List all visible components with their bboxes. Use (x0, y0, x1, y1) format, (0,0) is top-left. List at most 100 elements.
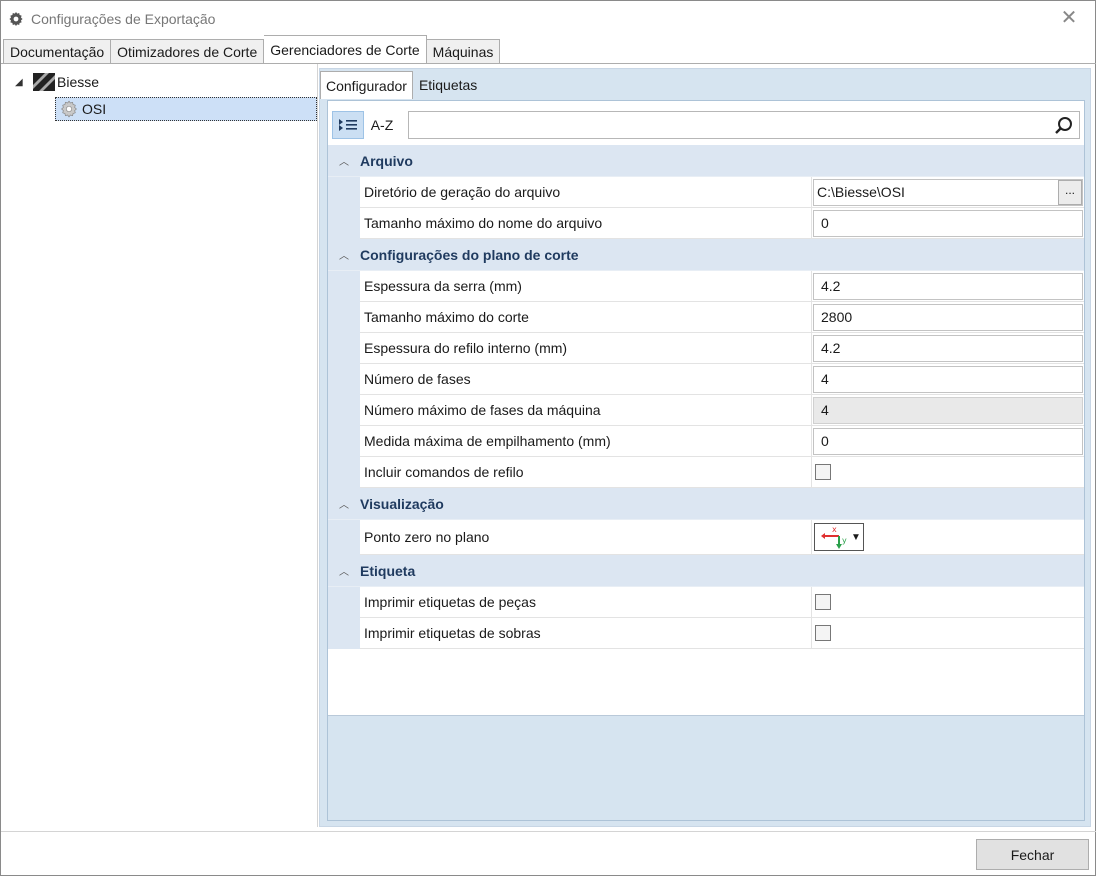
print-offcut-labels-checkbox[interactable] (815, 625, 831, 641)
property-row: Espessura do refilo interno (mm) 4.2 (328, 333, 1084, 364)
property-name: Imprimir etiquetas de peças (360, 587, 812, 618)
config-panel: Configurador Etiquetas A-Z ︿ Arquivo Dir… (319, 68, 1091, 827)
chevron-down-icon[interactable]: ▼ (851, 532, 861, 543)
origin-point-dropdown[interactable]: x y ▼ (814, 523, 864, 551)
print-part-labels-checkbox[interactable] (815, 594, 831, 610)
collapse-chevron-icon[interactable]: ︿ (328, 563, 360, 578)
gear-icon (7, 10, 25, 28)
tab-configurador[interactable]: Configurador (320, 71, 413, 99)
row-gutter (328, 520, 360, 555)
search-icon[interactable] (1053, 115, 1075, 137)
property-name: Imprimir etiquetas de sobras (360, 618, 812, 649)
tree-item-biesse[interactable]: ◢ Biesse (15, 70, 99, 94)
property-value-cell: 0 (812, 426, 1084, 457)
tab-maquinas[interactable]: Máquinas (426, 39, 501, 64)
close-icon[interactable]: ✕ (1057, 7, 1081, 31)
category-visualizacao[interactable]: ︿ Visualização (328, 488, 1084, 520)
directory-path-field[interactable]: C:\Biesse\OSI (813, 178, 1083, 206)
property-value-cell: 4.2 (812, 271, 1084, 302)
property-row: Incluir comandos de refilo (328, 457, 1084, 488)
property-value-cell (812, 457, 1084, 488)
property-value-cell: 4.2 (812, 333, 1084, 364)
property-name: Ponto zero no plano (360, 520, 812, 555)
row-gutter (328, 177, 360, 208)
row-gutter (328, 618, 360, 649)
property-row: Diretório de geração do arquivo C:\Biess… (328, 177, 1084, 208)
property-name: Espessura da serra (mm) (360, 271, 812, 302)
property-row: Número máximo de fases da máquina 4 (328, 395, 1084, 426)
tree-item-label: OSI (82, 101, 107, 117)
sub-tabs: Configurador Etiquetas (320, 69, 483, 99)
tab-otimizadores-de-corte[interactable]: Otimizadores de Corte (111, 39, 265, 64)
property-value-cell: 4 (812, 364, 1084, 395)
max-stack-height-field[interactable]: 0 (813, 427, 1083, 455)
title-bar: Configurações de Exportação ✕ (1, 1, 1095, 37)
property-value-cell: x y ▼ (812, 520, 1084, 555)
row-gutter (328, 271, 360, 302)
browse-button[interactable]: ... (1058, 180, 1082, 205)
search-box[interactable] (408, 111, 1080, 139)
property-name: Incluir comandos de refilo (360, 457, 812, 488)
property-value-cell (812, 618, 1084, 649)
axis-y-label: y (842, 536, 847, 545)
gear-icon (60, 100, 78, 118)
property-row: Número de fases 4 (328, 364, 1084, 395)
tree-panel: ◢ Biesse OSI (1, 64, 319, 827)
export-settings-window: Configurações de Exportação ✕ Documentaç… (0, 0, 1096, 876)
window-title: Configurações de Exportação (31, 11, 216, 27)
alphabetical-sort-button[interactable]: A-Z (366, 111, 398, 139)
property-row: Ponto zero no plano x y ▼ (328, 520, 1084, 555)
category-label: Visualização (360, 495, 444, 512)
property-rows: ︿ Arquivo Diretório de geração do arquiv… (328, 145, 1084, 649)
collapse-chevron-icon[interactable]: ︿ (328, 153, 360, 168)
category-etiqueta[interactable]: ︿ Etiqueta (328, 555, 1084, 587)
phase-count-field[interactable]: 4 (813, 365, 1083, 393)
biesse-logo-icon (33, 73, 55, 91)
include-trim-commands-checkbox[interactable] (815, 464, 831, 480)
property-name: Diretório de geração do arquivo (360, 177, 812, 208)
property-row: Imprimir etiquetas de sobras (328, 618, 1084, 649)
internal-trim-thickness-field[interactable]: 4.2 (813, 334, 1083, 362)
axis-x-label: x (832, 525, 837, 534)
row-gutter (328, 208, 360, 239)
expand-arrow-icon[interactable]: ◢ (15, 77, 29, 88)
collapse-chevron-icon[interactable]: ︿ (328, 496, 360, 511)
max-filename-length-field[interactable]: 0 (813, 209, 1083, 237)
max-cut-size-field[interactable]: 2800 (813, 303, 1083, 331)
property-row: Espessura da serra (mm) 4.2 (328, 271, 1084, 302)
property-value-cell: 0 (812, 208, 1084, 239)
close-button[interactable]: Fechar (976, 839, 1089, 870)
footer-divider (1, 831, 1096, 832)
categorized-list-icon[interactable] (332, 111, 364, 139)
description-panel (328, 716, 1084, 820)
tree-item-osi[interactable]: OSI (55, 97, 317, 121)
property-row: Imprimir etiquetas de peças (328, 587, 1084, 618)
category-label: Configurações do plano de corte (360, 246, 579, 263)
saw-thickness-field[interactable]: 4.2 (813, 272, 1083, 300)
category-configuracoes-plano-de-corte[interactable]: ︿ Configurações do plano de corte (328, 239, 1084, 271)
tab-gerenciadores-de-corte[interactable]: Gerenciadores de Corte (264, 35, 427, 64)
property-value-cell: C:\Biesse\OSI ... (812, 177, 1084, 208)
search-input[interactable] (413, 113, 1033, 137)
tab-etiquetas[interactable]: Etiquetas (413, 71, 483, 99)
main-tabs: Documentação Otimizadores de Corte Geren… (3, 35, 501, 64)
property-row: Medida máxima de empilhamento (mm) 0 (328, 426, 1084, 457)
property-row: Tamanho máximo do nome do arquivo 0 (328, 208, 1084, 239)
collapse-chevron-icon[interactable]: ︿ (328, 247, 360, 262)
tab-documentacao[interactable]: Documentação (3, 39, 112, 64)
property-grid-toolbar: A-Z (328, 109, 1084, 141)
category-label: Arquivo (360, 152, 413, 169)
row-gutter (328, 426, 360, 457)
row-gutter (328, 302, 360, 333)
property-grid: A-Z ︿ Arquivo Diretório de geração do ar… (327, 100, 1085, 821)
property-name: Tamanho máximo do corte (360, 302, 812, 333)
property-name: Tamanho máximo do nome do arquivo (360, 208, 812, 239)
category-arquivo[interactable]: ︿ Arquivo (328, 145, 1084, 177)
property-row: Tamanho máximo do corte 2800 (328, 302, 1084, 333)
property-value-cell (812, 587, 1084, 618)
category-label: Etiqueta (360, 562, 416, 579)
property-name: Espessura do refilo interno (mm) (360, 333, 812, 364)
property-value-cell: 2800 (812, 302, 1084, 333)
property-value-cell: 4 (812, 395, 1084, 426)
splitter[interactable] (317, 64, 318, 827)
